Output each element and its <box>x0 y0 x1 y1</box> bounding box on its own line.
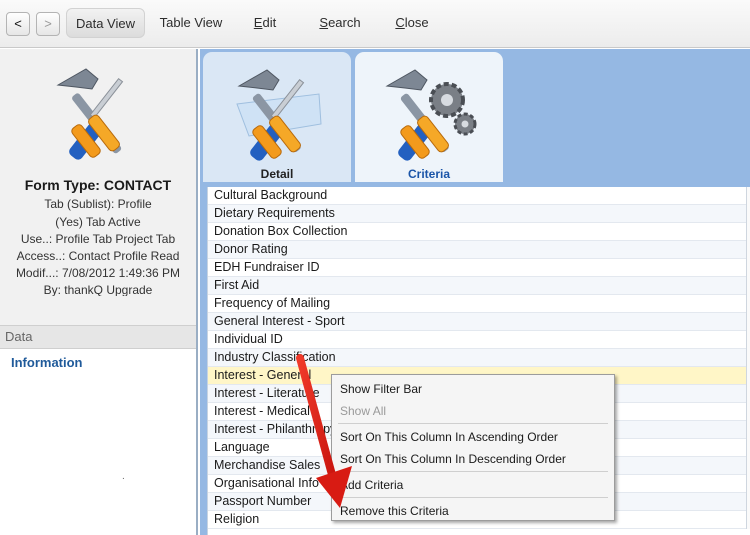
menu-item-sort-ascending[interactable]: Sort On This Column In Ascending Order <box>340 430 558 444</box>
info-tab-sublist: Tab (Sublist): Profile <box>44 197 152 211</box>
edit-button[interactable]: Edit <box>245 8 285 38</box>
data-item-information[interactable]: Information <box>11 355 83 370</box>
table-view-label: Table View <box>159 15 223 30</box>
close-accelerator: C <box>395 15 405 30</box>
list-item[interactable]: General Interest - Sport <box>208 313 750 331</box>
form-info-panel: Form Type: CONTACT Tab (Sublist): Profil… <box>0 49 198 535</box>
search-accelerator: S <box>319 15 329 30</box>
menu-item-sort-descending[interactable]: Sort On This Column In Descending Order <box>340 452 566 466</box>
menu-separator <box>338 423 608 424</box>
info-by: By: thankQ Upgrade <box>43 283 153 296</box>
list-item-label: Cultural Background <box>214 188 328 202</box>
info-modified: Modif...: 7/08/2012 1:49:36 PM <box>15 266 181 280</box>
tab-criteria[interactable]: Criteria <box>355 52 503 182</box>
tab-detail[interactable]: Detail <box>203 52 351 182</box>
table-view-button[interactable]: Table View <box>152 8 230 38</box>
list-item[interactable]: Dietary Requirements <box>208 205 750 223</box>
edit-label: dit <box>262 15 277 30</box>
list-item-label: Language <box>214 440 270 454</box>
annotation-arrow-icon <box>296 354 352 508</box>
list-item-label: EDH Fundraiser ID <box>214 260 320 274</box>
list-item-label: General Interest - Sport <box>214 314 345 328</box>
data-section-header: Data <box>0 325 196 349</box>
list-item-label: Dietary Requirements <box>214 206 335 220</box>
info-access: Access..: Contact Profile Read <box>16 249 180 263</box>
stray-mark: . <box>122 471 125 482</box>
menu-separator <box>338 497 608 498</box>
forward-button[interactable]: > <box>36 12 60 36</box>
list-item-label: Donation Box Collection <box>214 224 348 238</box>
close-button[interactable]: Close <box>388 8 436 38</box>
data-view-button[interactable]: Data View <box>66 8 145 38</box>
list-item-label: Frequency of Mailing <box>214 296 331 310</box>
search-label: earch <box>328 15 361 30</box>
list-item-label: First Aid <box>214 278 260 292</box>
tools-icon <box>236 69 322 161</box>
back-button[interactable]: < <box>6 12 30 36</box>
list-item[interactable]: First Aid <box>208 277 750 295</box>
close-label: lose <box>404 15 429 30</box>
list-item-label: Donor Rating <box>214 242 288 256</box>
tools-gears-icon <box>385 69 477 161</box>
info-tab-active: (Yes) Tab Active <box>55 215 141 229</box>
list-item[interactable]: Individual ID <box>208 331 750 349</box>
data-view-label: Data View <box>75 16 135 31</box>
list-item[interactable]: Cultural Background <box>208 187 750 205</box>
list-item-label: Religion <box>214 512 260 526</box>
toolbar: < > Data View Table View Edit Search Clo… <box>0 0 750 48</box>
info-use: Use..: Profile Tab Project Tab <box>20 232 176 246</box>
menu-separator <box>338 471 608 472</box>
list-item[interactable]: Donation Box Collection <box>208 223 750 241</box>
list-item[interactable]: EDH Fundraiser ID <box>208 259 750 277</box>
tab-detail-label: Detail <box>260 167 294 181</box>
list-item[interactable]: Frequency of Mailing <box>208 295 750 313</box>
data-section: Data Information . <box>0 325 196 535</box>
context-menu: Show Filter Bar Show All Sort On This Co… <box>331 374 615 521</box>
tab-criteria-label: Criteria <box>407 167 451 181</box>
list-item-label: Individual ID <box>214 332 283 346</box>
tools-icon <box>56 68 124 160</box>
list-item[interactable]: Donor Rating <box>208 241 750 259</box>
form-type-title: Form Type: CONTACT <box>24 177 172 193</box>
search-button[interactable]: Search <box>312 8 368 38</box>
